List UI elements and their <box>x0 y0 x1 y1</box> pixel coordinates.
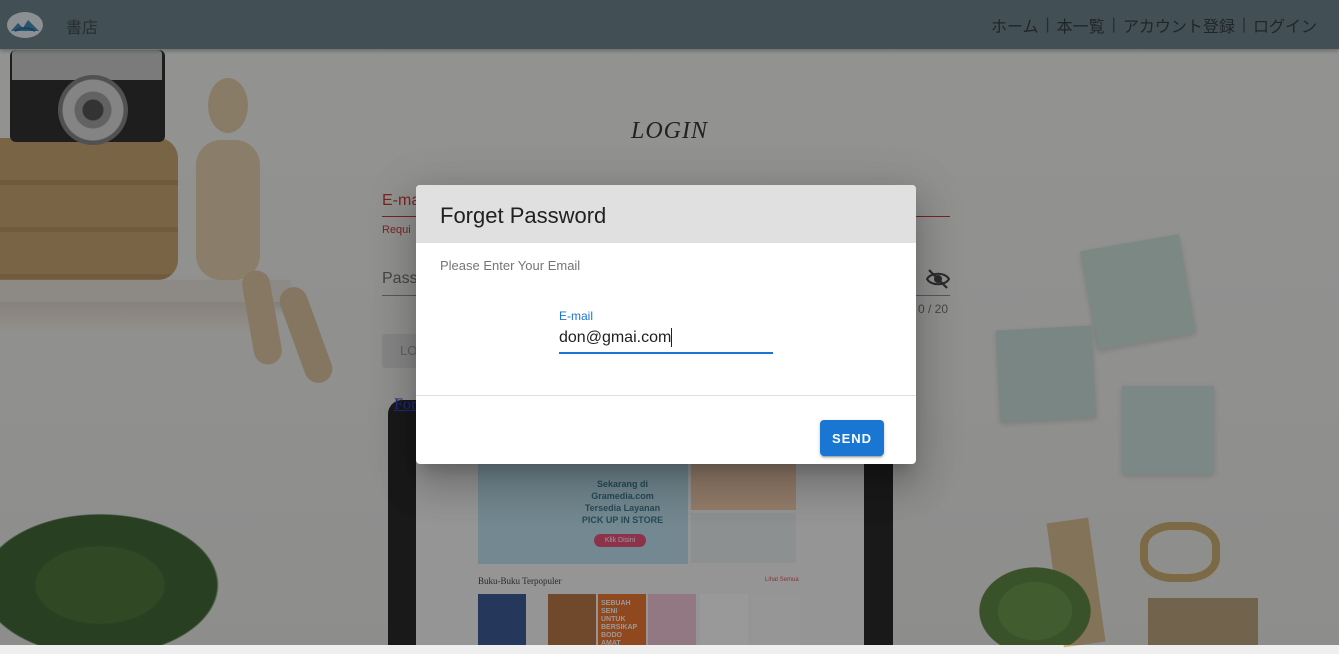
dialog-subtitle: Please Enter Your Email <box>440 258 581 273</box>
dialog-header: Forget Password <box>416 185 916 243</box>
email-input[interactable] <box>559 325 773 351</box>
dialog-title: Forget Password <box>440 203 607 228</box>
send-button[interactable]: SEND <box>820 420 884 456</box>
email-input-label: E-mail <box>559 309 594 323</box>
dialog-divider <box>416 395 916 396</box>
forget-password-dialog: Forget Password Please Enter Your Email … <box>416 185 916 464</box>
text-cursor <box>671 328 672 347</box>
email-input-underline <box>559 352 773 354</box>
